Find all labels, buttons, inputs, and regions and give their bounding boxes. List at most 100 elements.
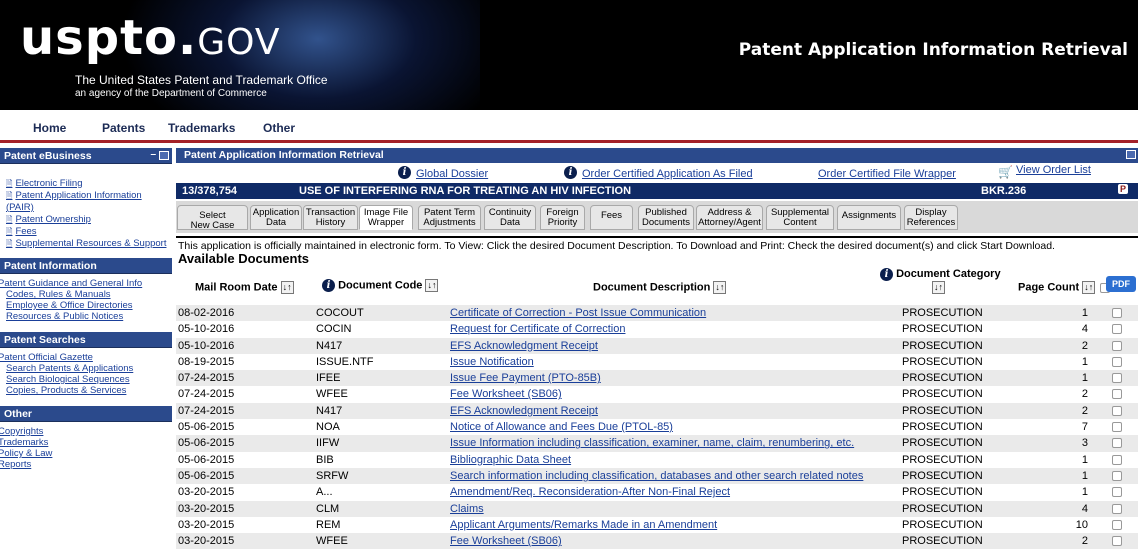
nav-home[interactable]: Home [33, 121, 66, 135]
sort-icon[interactable]: ↓↑ [932, 281, 945, 294]
order-certified-file-wrapper-link[interactable]: Order Certified File Wrapper [818, 168, 956, 180]
sidebar-link[interactable]: Employee & Office Directories [6, 300, 172, 311]
tab-transaction-history[interactable]: Transaction History [303, 205, 358, 230]
sidebar-link[interactable]: Search Patents & Applications [6, 363, 172, 374]
column-document-code[interactable]: i Document Code ↓↑ [322, 279, 439, 293]
sidebar-link[interactable]: Patent Ownership [6, 214, 172, 226]
tab-image-file-wrapper[interactable]: Image File Wrapper [359, 205, 413, 230]
tab-address-attorney[interactable]: Address & Attorney/Agent [696, 205, 763, 230]
maximize-icon[interactable] [159, 151, 169, 160]
sidebar-link[interactable]: Copies, Products & Services [6, 385, 172, 396]
header-banner: uspto.GOV The United States Patent and T… [0, 0, 1138, 110]
document-description-link[interactable]: EFS Acknowledgment Receipt [450, 405, 598, 417]
sidebar-link[interactable]: Search Biological Sequences [6, 374, 172, 385]
tab-supplemental-content[interactable]: Supplemental Content [766, 205, 834, 230]
tab-assignments[interactable]: Assignments [837, 205, 901, 230]
nav-trademarks[interactable]: Trademarks [168, 121, 235, 135]
sidebar-link[interactable]: Supplemental Resources & Support [6, 238, 172, 250]
sidebar-link[interactable]: Resources & Public Notices [6, 311, 172, 322]
document-checkbox[interactable] [1112, 487, 1122, 498]
tab-display-references[interactable]: Display References [904, 205, 958, 230]
document-description-link[interactable]: Amendment/Req. Reconsideration-After Non… [450, 486, 730, 498]
document-description-link[interactable]: Certificate of Correction - Post Issue C… [450, 307, 706, 319]
sidebar-link[interactable]: Copyrights [0, 426, 172, 437]
nav-patents[interactable]: Patents [102, 121, 145, 135]
sort-icon[interactable]: ↓↑ [280, 281, 294, 294]
pdf-icon[interactable]: P [1118, 184, 1129, 194]
document-description-link[interactable]: Fee Worksheet (SB06) [450, 535, 562, 547]
column-document-description[interactable]: Document Description ↓↑ [593, 281, 727, 294]
document-description-link[interactable]: Issue Notification [450, 356, 534, 368]
document-checkbox[interactable] [1112, 373, 1122, 384]
document-checkbox[interactable] [1112, 454, 1122, 465]
document-description-link[interactable]: Applicant Arguments/Remarks Made in an A… [450, 519, 717, 531]
sort-icon[interactable]: ↓↑ [1082, 281, 1096, 294]
document-description-link[interactable]: Issue Fee Payment (PTO-85B) [450, 372, 601, 384]
sort-icon[interactable]: ↓↑ [425, 279, 439, 292]
view-order-list-link[interactable]: View Order List [1016, 164, 1091, 176]
document-description-link[interactable]: Issue Information including classificati… [450, 437, 854, 449]
order-certified-application-link[interactable]: Order Certified Application As Filed [582, 168, 753, 180]
table-row: 08-19-2015 ISSUE.NTF Issue Notification PRO… [176, 353, 1138, 371]
document-code: COCIN [316, 323, 352, 336]
column-mail-room-date[interactable]: Mail Room Date ↓↑ [195, 281, 294, 294]
document-description-cell: Notice of Allowance and Fees Due (PTOL-8… [450, 421, 673, 433]
sidebar-link[interactable]: Fees [6, 226, 172, 238]
sidebar-link[interactable]: Reports [0, 459, 172, 470]
tab-foreign-priority[interactable]: Foreign Priority [540, 205, 585, 230]
page-count: 10 [1075, 518, 1088, 531]
column-page-count[interactable]: Page Count ↓↑ [1018, 281, 1096, 294]
column-label: Document Description [593, 281, 711, 294]
sidebar-link[interactable]: Patent Official Gazette [0, 352, 172, 363]
document-checkbox[interactable] [1112, 324, 1122, 335]
uspto-logo[interactable]: uspto.GOV [20, 10, 281, 71]
app-title: Patent Application Information Retrieval [738, 40, 1128, 60]
sidebar-title: Patent eBusiness [4, 150, 92, 162]
pdf-download-button[interactable]: PDF [1106, 276, 1136, 292]
sidebar-link[interactable]: Policy & Law [0, 448, 172, 459]
document-checkbox[interactable] [1112, 356, 1122, 367]
tab-label: Content [783, 217, 817, 228]
sort-icon[interactable]: ↓↑ [713, 281, 727, 294]
maximize-icon[interactable] [1126, 150, 1136, 159]
sidebar-link[interactable]: Trademarks [0, 437, 172, 448]
minimize-icon[interactable]: – [150, 149, 156, 160]
document-checkbox[interactable] [1112, 470, 1122, 481]
tab-continuity-data[interactable]: Continuity Data [484, 205, 536, 230]
document-code: BIB [316, 453, 334, 466]
tab-fees[interactable]: Fees [590, 205, 633, 230]
document-description-link[interactable]: Bibliographic Data Sheet [450, 454, 571, 466]
mail-room-date: 05-10-2016 [178, 339, 235, 352]
global-dossier-link[interactable]: Global Dossier [416, 168, 488, 180]
table-row: 05-10-2016 COCIN Request for Certificate o… [176, 321, 1138, 338]
document-description-link[interactable]: Search information including classificat… [450, 470, 863, 482]
tab-select-new-case[interactable]: Select New Case [177, 205, 248, 231]
document-description-link[interactable]: Fee Worksheet (SB06) [450, 388, 562, 400]
table-row: 03-20-2015 REM Applicant Arguments/Remarks… [176, 516, 1138, 534]
tab-patent-term-adjustments[interactable]: Patent Term Adjustments [418, 205, 481, 230]
sidebar-link[interactable]: Patent Guidance and General Info [0, 278, 172, 289]
sidebar-link[interactable]: Codes, Rules & Manuals [6, 289, 172, 300]
sidebar-link[interactable]: Electronic Filing [6, 178, 172, 190]
document-checkbox[interactable] [1112, 422, 1122, 433]
document-code: IIFW [316, 437, 340, 450]
tab-application-data[interactable]: Application Data [250, 205, 302, 230]
document-description-link[interactable]: EFS Acknowledgment Receipt [450, 340, 598, 352]
table-row: 07-24-2015 WFEE Fee Worksheet (SB06) PROSEC… [176, 386, 1138, 403]
document-checkbox[interactable] [1112, 340, 1122, 351]
document-checkbox[interactable] [1112, 389, 1122, 400]
document-checkbox[interactable] [1112, 519, 1122, 530]
nav-other[interactable]: Other [263, 121, 295, 135]
column-document-category[interactable]: i Document Category ↓↑ [880, 268, 1010, 294]
document-checkbox[interactable] [1112, 536, 1122, 547]
document-checkbox[interactable] [1112, 438, 1122, 449]
tab-published-documents[interactable]: Published Documents [638, 205, 694, 230]
document-description-link[interactable]: Claims [450, 503, 484, 515]
document-description-link[interactable]: Request for Certificate of Correction [450, 323, 625, 335]
sidebar-link[interactable]: Patent Application Information (PAIR) [6, 190, 172, 214]
document-description-link[interactable]: Notice of Allowance and Fees Due (PTOL-8… [450, 421, 673, 433]
sidebar-list-ebusiness: Electronic Filing Patent Application Inf… [0, 164, 172, 258]
document-checkbox[interactable] [1112, 308, 1122, 318]
document-checkbox[interactable] [1112, 503, 1122, 514]
document-checkbox[interactable] [1112, 405, 1122, 416]
